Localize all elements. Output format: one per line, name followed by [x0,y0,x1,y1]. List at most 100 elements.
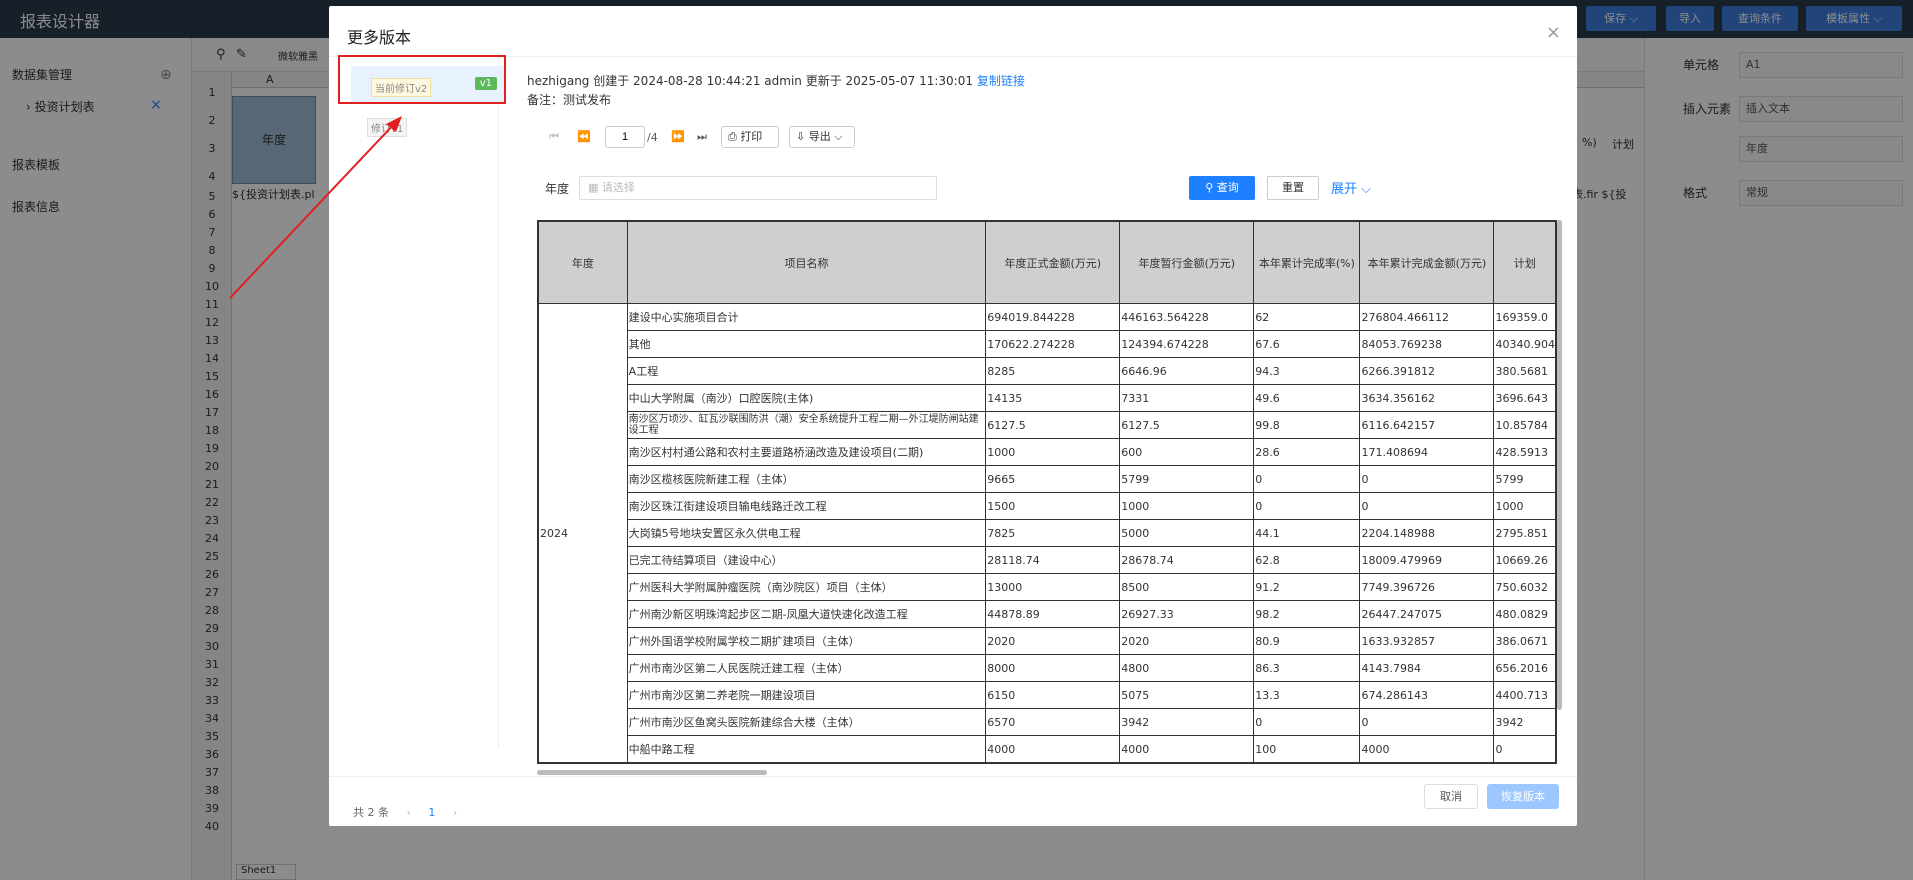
print-button[interactable]: ⎙ 打印 [721,126,779,148]
version-info: hezhigang 创建于 2024-08-28 10:44:21 admin … [527,72,1025,89]
cell: 10669.26 [1493,546,1556,574]
export-icon: ⇩ [796,130,806,143]
cell: 99.8 [1253,411,1361,439]
close-icon[interactable]: × [1546,22,1561,43]
cell: 1633.932857 [1359,627,1495,655]
cell: 80.9 [1253,627,1361,655]
versions-dialog: 更多版本 × 当前修订v2 v1 修订v1 共 2 条 ‹ 1 › hezhig… [329,6,1577,826]
cell: 100 [1253,735,1361,763]
cell: 44878.89 [985,600,1121,628]
table-row: 南沙区万顷沙、缸瓦沙联围防洪（潮）安全系统提升工程二期—外江堤防闸站建设工程 61… [539,411,1556,439]
cell: 44.1 [1253,519,1361,547]
last-page-icon[interactable]: ⏭ [697,130,707,144]
cell: 2204.148988 [1359,519,1495,547]
cell: 中船中路工程 [626,735,987,763]
cell: 3696.643 [1493,384,1556,412]
restore-version-button[interactable]: 恢复版本 [1487,784,1559,809]
prev-page-icon[interactable]: ‹ [407,806,411,819]
cell: 4800 [1119,654,1255,682]
cell: 广州市南沙区第二养老院一期建设项目 [626,681,987,709]
info-text: hezhigang 创建于 2024-08-28 10:44:21 admin … [527,74,973,88]
cell: 2020 [1119,627,1255,655]
prev-page-icon[interactable]: ⏪ [577,130,591,143]
cell: 28118.74 [985,546,1121,574]
col-header: 本年累计完成金额(万元) [1359,221,1495,304]
table-row: 广州南沙新区明珠湾起步区二期-凤凰大道快速化改造工程 44878.89 26927.… [539,600,1556,628]
cell: 276804.466112 [1359,303,1495,331]
export-button[interactable]: ⇩ 导出 ⌵ [789,126,855,148]
cell: 已完工待结算项目（建设中心） [626,546,987,574]
year-picker[interactable]: ▦ 请选择 [579,176,937,200]
copy-link[interactable]: 复制链接 [977,74,1025,88]
cell: 49.6 [1253,384,1361,412]
cell: 9665 [985,465,1121,493]
divider [329,56,1577,57]
cell: 380.5681 [1493,357,1556,385]
table-row: 中山大学附属（南沙）口腔医院(主体) 14135 7331 49.6 3634.3561… [539,384,1556,412]
table-row: 南沙区珠江街建设项目输电线路迁改工程 1500 1000 0 0 1000 [539,492,1556,520]
cell: 8285 [985,357,1121,385]
table-row: 广州外国语学校附属学校二期扩建项目（主体） 2020 2020 80.9 1633.93… [539,627,1556,655]
table-row: 广州市南沙区鱼窝头医院新建综合大楼（主体） 6570 3942 0 0 3942 [539,708,1556,736]
version-item-v1[interactable]: 修订v1 [367,118,408,137]
cell: 广州市南沙区鱼窝头医院新建综合大楼（主体） [626,708,987,736]
search-icon: ⚲ [1205,181,1214,194]
page-number[interactable]: 1 [428,806,435,819]
cell: 4400.713 [1493,681,1556,709]
cell: 14135 [985,384,1121,412]
reset-button[interactable]: 重置 [1267,176,1319,200]
horizontal-scrollbar[interactable] [537,770,767,775]
cell: 8000 [985,654,1121,682]
table-header-row: 年度 项目名称 年度正式金额(万元) 年度暂行金额(万元) 本年累计完成率(%)… [538,221,1556,304]
vertical-scrollbar[interactable] [1557,220,1562,710]
expand-toggle[interactable]: 展开 ⌵ [1331,178,1371,197]
cell: 0 [1253,465,1361,493]
cell: 1000 [985,438,1121,466]
cell: 169359.0 [1493,303,1556,331]
query-button[interactable]: ⚲ 查询 [1189,176,1255,200]
cell: 南沙区榄核医院新建工程（主体） [626,465,987,493]
cell: 4143.7984 [1359,654,1495,682]
query-bar: 年度 ▦ 请选择 ⚲ 查询 重置 展开 ⌵ [527,164,1567,204]
table-row: 其他 170622.274228 124394.674228 67.6 84053.76… [539,330,1556,358]
cell: 91.2 [1253,573,1361,601]
cell: 124394.674228 [1119,330,1255,358]
cell: 建设中心实施项目合计 [626,303,987,331]
print-icon: ⎙ [728,130,737,143]
cell: 大岗镇5号地块安置区永久供电工程 [626,519,987,547]
cell: 10.85784 [1493,411,1556,439]
cell: 84053.769238 [1359,330,1495,358]
cell: 2020 [985,627,1121,655]
cell: 5000 [1119,519,1255,547]
cell: 6127.5 [985,411,1121,439]
dialog-title: 更多版本 [347,28,412,47]
cell: 386.0671 [1493,627,1556,655]
cell: 2795.851 [1493,519,1556,547]
cell: 3634.356162 [1359,384,1495,412]
cell: 7825 [985,519,1121,547]
next-page-icon[interactable]: ⏩ [671,130,685,143]
cell: 5799 [1493,465,1556,493]
cell: 6570 [985,708,1121,736]
cell: 南沙区珠江街建设项目输电线路迁改工程 [626,492,987,520]
table-row: 广州市南沙区第二养老院一期建设项目 6150 5075 13.3 674.286143 4… [539,681,1556,709]
page-input[interactable] [605,126,645,148]
report-table: 年度 项目名称 年度正式金额(万元) 年度暂行金额(万元) 本年累计完成率(%)… [538,221,1556,763]
col-header: 年度正式金额(万元) [985,221,1121,304]
cell: 6127.5 [1119,411,1255,439]
cell: 446163.564228 [1119,303,1255,331]
table-row: 大岗镇5号地块安置区永久供电工程 7825 5000 44.1 2204.148988 2… [539,519,1556,547]
col-header: 本年累计完成率(%) [1253,221,1361,304]
cancel-button[interactable]: 取消 [1424,784,1478,809]
cell: 40340.904 [1493,330,1556,358]
cell: 1000 [1493,492,1556,520]
cell: 其他 [626,330,987,358]
chevron-down-icon: ⌵ [1361,182,1372,197]
cell: 1000 [1119,492,1255,520]
col-header: 项目名称 [626,221,987,304]
first-page-icon[interactable]: ⏮ [549,130,559,144]
table-row: A工程 8285 6646.96 94.3 6266.391812 380.5681 [539,357,1556,385]
report-table-wrap[interactable]: 年度 项目名称 年度正式金额(万元) 年度暂行金额(万元) 本年累计完成率(%)… [537,220,1557,764]
cell: 170622.274228 [985,330,1121,358]
next-page-icon[interactable]: › [453,806,457,819]
